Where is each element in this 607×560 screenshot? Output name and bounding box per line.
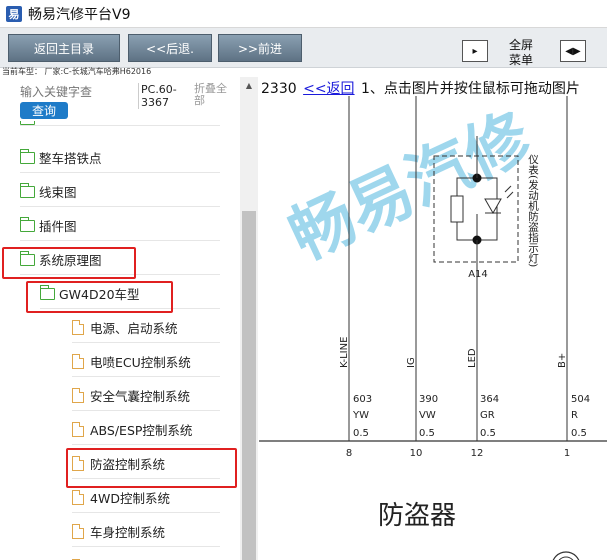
home-button[interactable]: 返回主目录: [8, 34, 120, 62]
tree-item-ground-points[interactable]: 整车搭铁点: [19, 143, 220, 173]
collapse-left-icon[interactable]: ▸: [462, 40, 488, 62]
tree-item-label: 整车搭铁点: [39, 151, 102, 166]
instruction-text: 1、点击图片并按住鼠标可拖动图片: [361, 81, 580, 96]
document-icon: [72, 354, 84, 369]
scroll-up-arrow-icon[interactable]: ▲: [240, 77, 258, 94]
tree-item-connectors[interactable]: 插件图: [19, 211, 220, 241]
color-led: GR: [480, 410, 495, 421]
tree-item-label: ABS/ESP控制系统: [90, 423, 193, 438]
module-title: 防盗器: [378, 501, 456, 531]
viewer-panel: 2330 <<返回 1、点击图片并按住鼠标可拖动图片 畅易汽修 仪表(发动机防盗…: [259, 77, 607, 560]
window-title: 畅易汽修平台V9: [28, 6, 131, 23]
tree-item-label: 线束图: [39, 185, 77, 200]
tree-item-label: 电喷ECU控制系统: [90, 355, 191, 370]
tree-item-label: 4WD控制系统: [90, 491, 170, 506]
pin-ig: 10: [410, 448, 423, 459]
watermark-text: 畅易汽修: [279, 99, 543, 275]
pin-b: 1: [564, 448, 570, 459]
return-link[interactable]: <<返回: [303, 81, 354, 96]
fullscreen-menu-label[interactable]: 全屏 菜单: [500, 38, 542, 68]
main-toolbar: 返回主目录 <<后退. >>前进 ▸ 全屏 菜单 ◀▶: [0, 28, 607, 68]
left-panel: 查询 PC.60-3367 折叠全部 整车搭铁点 线束图 插件图 系统原理图 G…: [0, 77, 258, 560]
resistor: [450, 195, 464, 223]
scroll-thumb[interactable]: [242, 211, 256, 560]
led-diode: [484, 198, 502, 215]
tree-view: 整车搭铁点 线束图 插件图 系统原理图 GW4D20车型 电源、启动系统 电喷E…: [0, 121, 240, 560]
tree-item-partial-bottom[interactable]: [72, 551, 220, 560]
tree-item-abs-esp[interactable]: ABS/ESP控制系统: [72, 415, 220, 445]
circuit-kline: 603: [353, 394, 372, 405]
document-icon: [72, 388, 84, 403]
search-button[interactable]: 查询: [20, 102, 68, 119]
folder-icon: [20, 121, 35, 125]
tree-item-partial[interactable]: [20, 121, 220, 126]
folder-icon: [19, 148, 35, 164]
size-ig: 0.5: [419, 428, 435, 439]
fullscreen-label-line1: 全屏: [508, 38, 533, 52]
highlight-box: [26, 281, 173, 313]
back-button[interactable]: <<后退.: [128, 34, 212, 62]
pin-kline: 8: [346, 448, 352, 459]
tree-item-label: 插件图: [39, 219, 77, 234]
tree-item-harness[interactable]: 线束图: [19, 177, 220, 207]
search-input[interactable]: [20, 83, 130, 101]
size-led: 0.5: [480, 428, 496, 439]
tree-item-label: 电源、启动系统: [90, 321, 178, 336]
document-code: PC.60-3367: [138, 83, 190, 109]
folder-icon: [19, 216, 35, 232]
tree-item-ecu[interactable]: 电喷ECU控制系统: [72, 347, 220, 377]
tree-scrollbar[interactable]: ▲: [240, 77, 258, 560]
signal-b: B+: [557, 353, 568, 368]
wiring-diagram[interactable]: 畅易汽修 仪表(发动机防盗指示灯) A14 K-LINE IG LED B+ 6…: [259, 96, 607, 560]
document-icon: [72, 524, 84, 539]
window-titlebar: 易 畅易汽修平台V9: [0, 0, 607, 28]
document-icon: [72, 422, 84, 437]
bottom-symbol: [552, 551, 580, 560]
tree-item-airbag[interactable]: 安全气囊控制系统: [72, 381, 220, 411]
tree-item-power-start[interactable]: 电源、启动系统: [72, 313, 220, 343]
document-icon: [72, 320, 84, 335]
tree-item-label: 车身控制系统: [90, 525, 166, 540]
circuit-led: 364: [480, 394, 499, 405]
signal-ig: IG: [406, 357, 417, 368]
document-icon: [72, 490, 84, 505]
forward-button[interactable]: >>前进: [218, 34, 302, 62]
color-b: R: [571, 410, 578, 421]
color-kline: YW: [352, 410, 369, 421]
pin-led: 12: [471, 448, 484, 459]
highlight-box: [66, 448, 237, 488]
tree-item-label: 安全气囊控制系统: [90, 389, 191, 404]
size-b: 0.5: [571, 428, 587, 439]
collapse-all-button[interactable]: 折叠全部: [194, 83, 236, 107]
color-ig: VW: [419, 410, 436, 421]
component-label: 仪表(发动机防盗指示灯): [527, 154, 539, 267]
search-area: 查询 PC.60-3367 折叠全部: [0, 77, 258, 121]
highlight-box: [2, 247, 136, 279]
signal-led: LED: [467, 348, 478, 368]
circuit-b: 504: [571, 394, 590, 405]
tree-item-body-control[interactable]: 车身控制系统: [72, 517, 220, 547]
size-kline: 0.5: [353, 428, 369, 439]
component-code: A14: [468, 269, 488, 280]
app-logo-icon: 易: [6, 5, 22, 22]
expand-both-icon[interactable]: ◀▶: [560, 40, 586, 62]
viewer-header: 2330 <<返回 1、点击图片并按住鼠标可拖动图片: [261, 78, 607, 96]
tree-item-4wd[interactable]: 4WD控制系统: [72, 483, 220, 513]
diagram-id: 2330: [261, 81, 297, 96]
folder-icon: [19, 182, 35, 198]
current-vehicle-label: 当前车型： 厂家:C-长城汽车哈弗H62016: [2, 67, 152, 76]
fullscreen-label-line2: 菜单: [508, 53, 533, 67]
circuit-ig: 390: [419, 394, 438, 405]
signal-kline: K-LINE: [339, 337, 350, 368]
